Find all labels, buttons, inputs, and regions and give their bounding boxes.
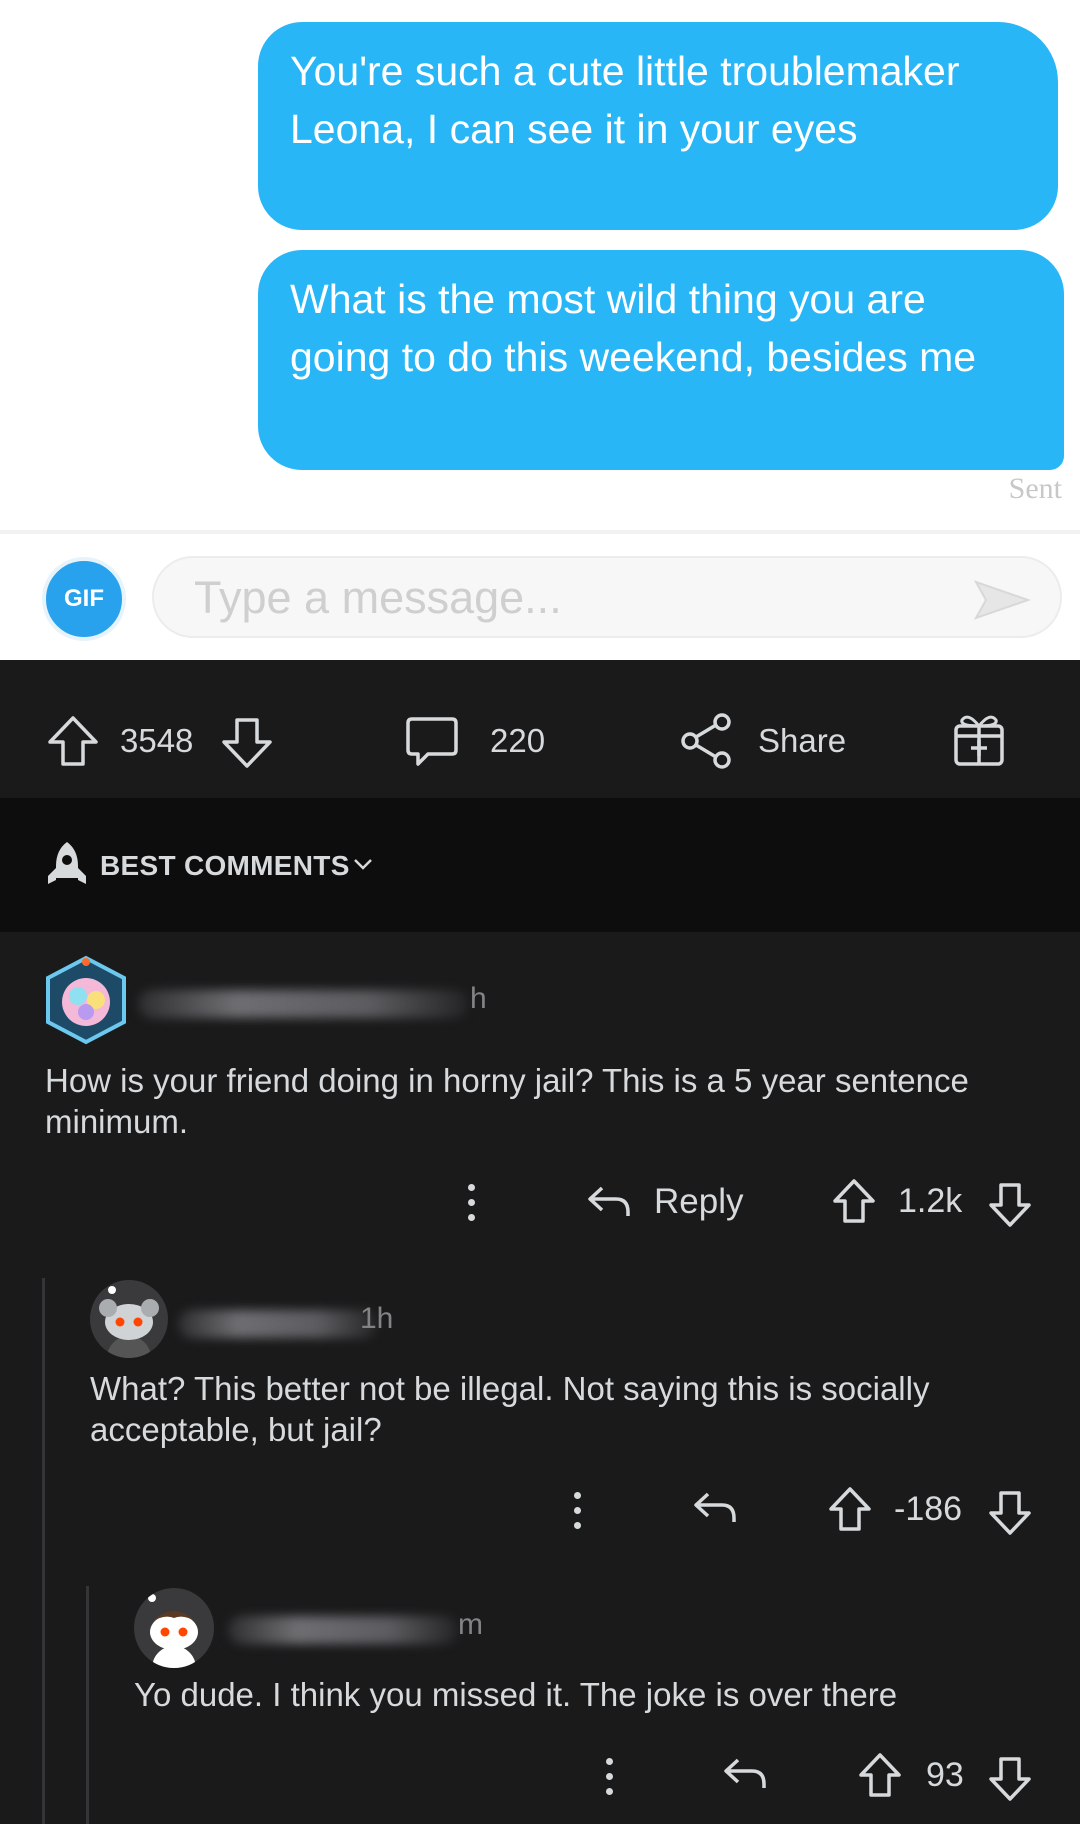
snoo-avatar [99, 1286, 159, 1358]
chat-screenshot: You're such a cute little troublemaker L… [0, 0, 1080, 660]
upvote-icon[interactable] [832, 1178, 876, 1224]
send-icon[interactable] [972, 578, 1032, 622]
comment-body: What? This better not be illegal. Not sa… [90, 1370, 930, 1448]
message-input-placeholder: Type a message... [194, 572, 562, 623]
sort-label[interactable]: BEST COMMENTS [100, 850, 350, 882]
message-bubble: What is the most wild thing you are goin… [258, 250, 1064, 470]
comment-score: 93 [926, 1756, 964, 1794]
downvote-icon[interactable] [988, 1756, 1032, 1802]
avatar[interactable] [40, 954, 132, 1046]
rocket-icon [48, 842, 86, 884]
comment-age: h [470, 982, 487, 1015]
thread-line[interactable] [86, 1586, 89, 1824]
avatar[interactable] [90, 1280, 168, 1358]
share-label[interactable]: Share [758, 722, 846, 760]
gif-button[interactable]: GIF [42, 557, 126, 641]
avatar[interactable] [134, 1588, 214, 1668]
username-redacted [228, 1616, 458, 1644]
message-bubble: You're such a cute little troublemaker L… [258, 22, 1058, 230]
downvote-icon[interactable] [220, 716, 274, 770]
comments-section: h How is your friend doing in horny jail… [0, 932, 1080, 1824]
comment-icon[interactable] [404, 714, 460, 768]
post-action-bar: 3548 220 Share [0, 660, 1080, 798]
divider [0, 530, 1080, 534]
upvote-icon[interactable] [858, 1752, 902, 1798]
comment-sort-bar[interactable]: BEST COMMENTS [0, 798, 1080, 932]
reply-icon[interactable] [586, 1182, 632, 1220]
upvote-count: 3548 [120, 722, 194, 759]
more-options-icon[interactable] [574, 1492, 582, 1537]
reply-icon[interactable] [722, 1754, 768, 1792]
comment-count: 220 [490, 722, 546, 759]
more-options-icon[interactable] [606, 1758, 614, 1803]
reply-icon[interactable] [692, 1488, 738, 1526]
upvote-icon[interactable] [46, 714, 100, 768]
more-options-icon[interactable] [468, 1184, 476, 1229]
comment-body: Yo dude. I think you missed it. The joke… [134, 1676, 898, 1713]
comment-score: 1.2k [898, 1182, 963, 1220]
message-input[interactable]: Type a message... [152, 556, 1062, 638]
username-redacted [178, 1310, 378, 1338]
thread-line[interactable] [42, 1278, 45, 1824]
award-icon[interactable] [952, 710, 1006, 768]
downvote-icon[interactable] [988, 1182, 1032, 1228]
snoo-avatar [148, 1594, 198, 1668]
share-icon[interactable] [678, 712, 734, 770]
comment-age: 1h [360, 1302, 394, 1335]
username-redacted [138, 990, 468, 1018]
comment-body: How is your friend doing in horny jail? … [45, 1062, 969, 1140]
comment-score: -186 [894, 1490, 963, 1528]
reply-button[interactable]: Reply [654, 1182, 743, 1222]
avatar-hexagon [46, 955, 126, 1045]
downvote-icon[interactable] [988, 1490, 1032, 1536]
comment-age: m [458, 1608, 483, 1641]
sent-status: Sent [1008, 472, 1062, 505]
upvote-icon[interactable] [828, 1486, 872, 1532]
chevron-down-icon[interactable] [352, 856, 374, 872]
